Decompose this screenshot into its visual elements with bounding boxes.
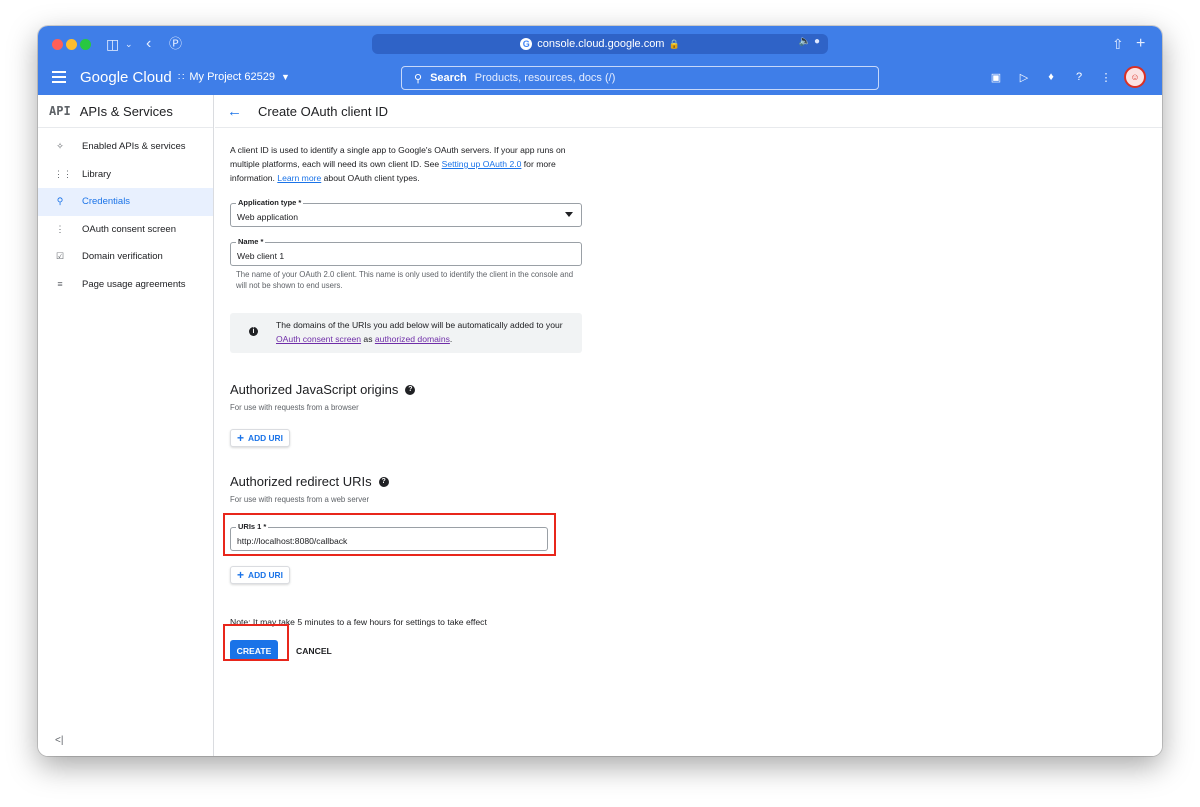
js-origins-subtitle: For use with requests from a browser (230, 403, 359, 412)
intro-text: A client ID is used to identify a single… (230, 143, 582, 185)
oauth-consent-screen-link[interactable]: OAuth consent screen (276, 334, 361, 344)
audio-icon[interactable]: 🔈 ● (799, 36, 820, 47)
gift-icon[interactable]: ▣ (989, 71, 1003, 84)
avatar[interactable]: ☺ (1124, 66, 1146, 88)
sidebar-item-library[interactable]: ⋮⋮ Library (38, 161, 213, 189)
search-icon: ⚲ (414, 72, 423, 85)
back-icon[interactable]: ‹ (146, 35, 151, 53)
share-icon[interactable]: ⇧ (1112, 35, 1124, 53)
collapse-sidebar-icon[interactable]: <| (55, 735, 63, 746)
name-value: Web client 1 (237, 251, 285, 261)
info-text-2: as (363, 333, 373, 344)
lock-icon: 🔒 (668, 38, 680, 49)
google-cloud-logo[interactable]: Google Cloud (80, 69, 172, 86)
key-icon: ⚲ (56, 196, 64, 207)
gcp-header: Google Cloud ∷ My Project 62529 ▼ ⚲ Sear… (38, 62, 1162, 95)
minimize-window-button[interactable] (66, 39, 77, 50)
info-icon: i (249, 327, 258, 336)
caret-down-icon: ▼ (280, 72, 290, 82)
more-vert-icon[interactable]: ⋮ (1099, 71, 1113, 84)
js-origins-section-title: Authorized JavaScript origins ? (230, 382, 582, 397)
browser-titlebar: ◫ ⌄ ‹ Ⓟ G console.cloud.google.com 🔒 🔈 ●… (38, 26, 1162, 62)
learn-more-link[interactable]: Learn more (277, 173, 321, 183)
add-uri-label: ADD URI (248, 433, 283, 443)
close-window-button[interactable] (52, 39, 63, 50)
info-box: i The domains of the URIs you add below … (230, 313, 582, 353)
help-icon[interactable]: ? (1072, 71, 1086, 83)
help-icon[interactable]: ? (405, 384, 416, 395)
dropdown-caret-icon (565, 212, 573, 217)
project-icon: ∷ (178, 71, 185, 83)
page-title: Create OAuth client ID (258, 103, 389, 119)
search-label: Search (430, 72, 467, 84)
search-placeholder: Products, resources, docs (/) (474, 72, 616, 84)
create-highlight-box (223, 624, 289, 661)
sidebar-item-label: Library (82, 168, 112, 180)
add-redirect-uri-button[interactable]: + ADD URI (230, 566, 290, 584)
authorized-domains-link[interactable]: authorized domains (375, 334, 450, 344)
help-icon[interactable]: ? (378, 476, 389, 487)
library-icon: ⋮⋮ (54, 168, 72, 179)
sidebar-item-enabled-apis[interactable]: ✧ Enabled APIs & services (38, 133, 213, 161)
sidebar-header: API APIs & Services (38, 95, 213, 128)
password-manager-icon[interactable]: Ⓟ (169, 35, 182, 53)
cloud-shell-icon[interactable]: ▷ (1017, 71, 1031, 84)
name-field[interactable]: Name * Web client 1 (230, 237, 582, 266)
consent-icon: ⋮ (55, 223, 65, 234)
setting-up-oauth-link[interactable]: Setting up OAuth 2.0 (442, 159, 522, 169)
notifications-icon[interactable]: ♦ (1044, 71, 1058, 83)
google-favicon-icon: G (520, 38, 533, 50)
redirect-uris-subtitle: For use with requests from a web server (230, 495, 370, 504)
address-url: console.cloud.google.com (537, 38, 665, 50)
sidebar-item-label: Enabled APIs & services (82, 141, 186, 153)
settings-list-icon: ≡ (57, 279, 63, 290)
name-helper-text: The name of your OAuth 2.0 client. This … (236, 270, 574, 290)
application-type-select[interactable]: Application type * Web application (230, 198, 582, 227)
uri-highlight-box (223, 513, 556, 556)
info-text-3: . (449, 333, 453, 344)
plus-icon: + (237, 431, 245, 445)
domain-checkbox-icon: ☑ (55, 251, 65, 262)
form-content: A client ID is used to identify a single… (230, 143, 582, 661)
zoom-window-button[interactable] (80, 39, 91, 50)
redirect-uris-section-title: Authorized redirect URIs ? (230, 474, 582, 489)
application-type-label: Application type * (236, 198, 304, 207)
redirect-uris-title: Authorized redirect URIs (230, 474, 372, 489)
plus-icon: + (237, 568, 245, 582)
main-content: ← Create OAuth client ID A client ID is … (215, 95, 1162, 756)
info-text: The domains of the URIs you add below wi… (276, 319, 566, 346)
sidebar-item-domain-verification[interactable]: ☑ Domain verification (38, 243, 213, 271)
application-type-value: Web application (237, 212, 298, 222)
sidebar-item-credentials[interactable]: ⚲ Credentials (38, 188, 213, 216)
new-tab-icon[interactable]: + (1136, 35, 1145, 53)
sidebar: API APIs & Services ✧ Enabled APIs & ser… (38, 95, 214, 756)
sidebar-item-oauth-consent[interactable]: ⋮ OAuth consent screen (38, 216, 213, 244)
sidebar-item-label: OAuth consent screen (82, 223, 176, 235)
project-name: My Project 62529 (189, 71, 275, 83)
sidebar-item-page-usage[interactable]: ≡ Page usage agreements (38, 271, 213, 299)
info-text-1: The domains of the URIs you add below wi… (276, 320, 563, 330)
search-input[interactable]: ⚲ Search Products, resources, docs (/) (401, 66, 879, 90)
sidebar-item-label: Domain verification (82, 251, 163, 263)
menu-icon[interactable] (52, 71, 66, 85)
address-bar[interactable]: G console.cloud.google.com 🔒 🔈 ● (372, 34, 828, 54)
chevron-down-icon[interactable]: ⌄ (125, 35, 133, 53)
page-header: ← Create OAuth client ID (215, 95, 1162, 128)
add-uri-label: ADD URI (248, 570, 283, 580)
endpoints-icon: ✧ (56, 141, 64, 152)
js-origins-title: Authorized JavaScript origins (230, 382, 399, 397)
sidebar-title: APIs & Services (79, 103, 173, 119)
browser-window: ◫ ⌄ ‹ Ⓟ G console.cloud.google.com 🔒 🔈 ●… (38, 26, 1162, 756)
api-logo-icon: API (49, 104, 71, 118)
name-label: Name * (236, 237, 266, 246)
cancel-button[interactable]: CANCEL (296, 646, 332, 656)
add-js-origin-uri-button[interactable]: + ADD URI (230, 429, 290, 447)
back-arrow-icon[interactable]: ← (227, 103, 242, 120)
sidebar-item-label: Credentials (82, 196, 131, 208)
sidebar-item-label: Page usage agreements (82, 278, 186, 290)
intro-text-3: about OAuth client types. (323, 173, 420, 183)
sidebar-toggle-icon[interactable]: ◫ (106, 35, 119, 53)
project-selector[interactable]: ∷ My Project 62529 ▼ (178, 71, 290, 83)
